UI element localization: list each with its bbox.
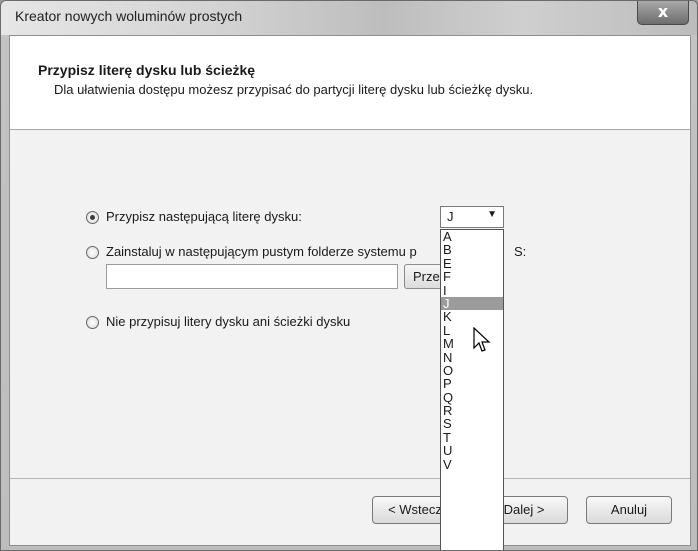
drive-letter-option[interactable]: B xyxy=(441,243,503,256)
drive-letter-option[interactable]: P xyxy=(441,377,503,390)
wizard-window: Kreator nowych woluminów prostych x Przy… xyxy=(0,0,698,551)
folder-path-input[interactable] xyxy=(106,264,398,289)
close-button[interactable]: x xyxy=(637,1,689,25)
wizard-header: Przypisz literę dysku lub ścieżkę Dla uł… xyxy=(10,36,690,130)
drive-letter-value: J xyxy=(447,209,454,224)
wizard-client-area: Przypisz literę dysku lub ścieżkę Dla uł… xyxy=(9,35,691,550)
mount-folder-radio[interactable] xyxy=(86,246,99,259)
drive-letter-option[interactable]: Q xyxy=(441,390,503,404)
no-assign-radio[interactable] xyxy=(86,316,99,329)
window-title: Kreator nowych woluminów prostych xyxy=(15,8,243,24)
drive-letter-select[interactable]: J ▼ xyxy=(440,206,504,228)
drive-letter-option[interactable]: V xyxy=(441,457,503,471)
drive-letter-dropdown-list[interactable]: ABEFIJKLMNOPQRSTUV xyxy=(440,229,504,550)
drive-letter-option[interactable]: F xyxy=(441,270,503,283)
page-title: Przypisz literę dysku lub ścieżkę xyxy=(38,62,256,78)
chevron-down-icon: ▼ xyxy=(487,209,497,220)
drive-letter-option[interactable]: R xyxy=(441,404,503,417)
no-assign-label[interactable]: Nie przypisuj litery dysku ani ścieżki d… xyxy=(106,314,350,329)
drive-letter-option[interactable]: I xyxy=(441,283,503,297)
drive-letter-option[interactable]: S xyxy=(441,417,503,430)
mouse-cursor-icon xyxy=(473,327,491,352)
drive-letter-option[interactable]: A xyxy=(441,230,503,243)
title-bar[interactable]: Kreator nowych woluminów prostych x xyxy=(1,1,697,35)
drive-letter-option[interactable]: J xyxy=(441,297,503,311)
cancel-button[interactable]: Anuluj xyxy=(586,496,672,524)
drive-letter-option[interactable]: K xyxy=(441,310,503,323)
mount-folder-label-tail: S: xyxy=(514,244,527,259)
assign-letter-label[interactable]: Przypisz następującą literę dysku: xyxy=(106,209,302,224)
page-description: Dla ułatwienia dostępu możesz przypisać … xyxy=(54,82,534,97)
assign-letter-radio[interactable] xyxy=(86,211,99,224)
close-icon: x xyxy=(657,2,669,21)
drive-letter-option[interactable]: E xyxy=(441,257,503,270)
footer-divider xyxy=(10,478,690,479)
mount-folder-label[interactable]: Zainstaluj w następującym pustym folderz… xyxy=(106,244,417,259)
drive-letter-option[interactable]: T xyxy=(441,431,503,444)
drive-letter-option[interactable]: U xyxy=(441,444,503,457)
drive-letter-option[interactable]: O xyxy=(441,364,503,377)
